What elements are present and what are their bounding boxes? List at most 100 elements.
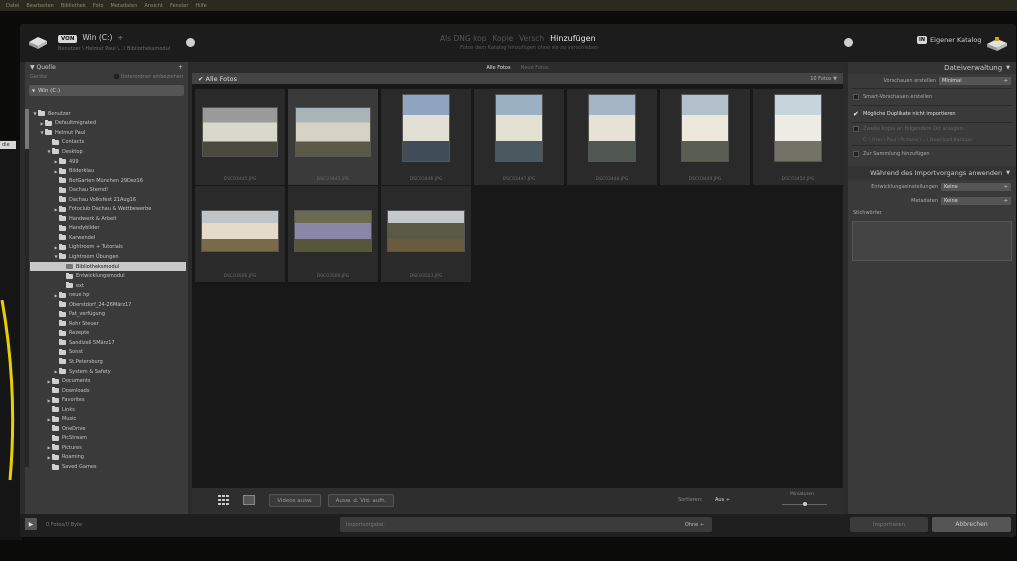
menu-item-7[interactable]: Hilfe [195,3,206,9]
second-copy-option[interactable]: Zweite Kopie an folgendem Ort anlegen: [848,123,1016,135]
drive-row[interactable]: ▼ Win (C:) [29,85,184,96]
destination-title[interactable]: Eigener Katalog [930,36,981,44]
mode-tab-1[interactable]: Kopie [493,34,514,43]
photo-thumbnail[interactable] [295,107,371,157]
destination-selector[interactable]: IN Eigener Katalog [917,36,982,44]
photo-thumbnail[interactable] [681,94,729,162]
photo-thumbnail[interactable] [202,107,278,157]
photo-cell[interactable]: DSC03445.JPG [195,89,285,185]
folder-tree-item[interactable]: ▶ 499 [30,157,186,167]
folder-tree-item[interactable]: PicStream [30,434,186,444]
tab-all-photos[interactable]: Alle Fotos [486,65,510,71]
photo-cell[interactable]: DSC03509.JPG [288,186,378,282]
checkmark-icon[interactable]: ✔ [853,111,859,118]
folder-tree-item[interactable]: Sonst [30,348,186,358]
deselect-videos-button[interactable]: Ausw. d. Vid. aufh. [328,494,394,507]
mode-tab-0[interactable]: Als DNG kop [440,34,487,43]
source-selector[interactable]: VON Win (C:) ÷ Benutzer \ Helmut Paul \.… [58,33,170,52]
source-chevron-icon[interactable]: ÷ [117,34,123,42]
count-dropdown-icon[interactable]: ▼ [833,76,837,82]
photo-thumbnail[interactable] [201,210,279,252]
checkbox-icon[interactable] [853,94,859,100]
metadata-select[interactable]: Keine ÷ [941,197,1011,205]
photo-cell[interactable]: DSC03523.JPG [381,186,471,282]
expand-dialog-icon[interactable]: ▶ [25,518,37,530]
file-handling-header[interactable]: Dateiverwaltung ▼ [848,62,1016,74]
folder-tree-item[interactable]: Dachau Volksfest 21Aug16 [30,195,186,205]
checkbox-icon[interactable] [853,151,859,157]
add-source-icon[interactable]: + [178,64,183,71]
folder-tree-item[interactable]: ▼ Lightroom Übungen [30,252,186,262]
photo-thumbnail[interactable] [387,210,465,252]
source-scrollbar[interactable] [25,109,29,467]
collection-option[interactable]: Zur Sammlung hinzufügen [848,146,1016,162]
menu-item-3[interactable]: Foto [93,3,104,9]
grid-view-icon[interactable] [218,495,230,505]
folder-tree-item[interactable]: Entwicklungsmodul [30,271,186,281]
photo-thumbnail[interactable] [402,94,450,162]
folder-tree-item[interactable]: Links [30,405,186,415]
develop-settings-select[interactable]: Keine ÷ [941,183,1011,191]
folder-tree-item[interactable]: ▶ Roaming [30,453,186,463]
keywords-input[interactable] [852,221,1012,261]
folder-tree-item[interactable]: ▶ Favorites [30,395,186,405]
slider-knob[interactable] [803,502,807,506]
photo-thumbnail[interactable] [774,94,822,162]
photo-thumbnail[interactable] [588,94,636,162]
tab-new-photos[interactable]: Neue Fotos [521,65,549,71]
folder-tree-item[interactable]: ▶ Defaultmigrated [30,119,186,129]
folder-tree-item[interactable]: Oberstdorf_24-26März17 [30,300,186,310]
folder-tree-item[interactable]: ▼ Benutzer [30,109,186,119]
source-panel-header[interactable]: ▼ Quelle + [25,62,188,72]
select-videos-button[interactable]: Videos ausw. [269,494,321,507]
menu-item-0[interactable]: Datei [6,3,19,9]
mode-tab-2[interactable]: Versch [519,34,544,43]
folder-tree-item[interactable]: Dachau Sternd! [30,185,186,195]
import-button[interactable]: Importieren [850,517,928,532]
scrollbar-thumb[interactable] [25,109,29,149]
sort-dropdown[interactable]: Aus ÷ [715,497,730,503]
photo-cell[interactable]: DSC03447.JPG [474,89,564,185]
folder-tree-item[interactable]: ▼ Desktop [30,147,186,157]
select-all-check-icon[interactable]: ✔ [198,75,206,83]
no-duplicates-option[interactable]: ✔ Mögliche Duplikate nicht importieren [848,106,1016,122]
photo-thumbnail[interactable] [495,94,543,162]
apply-during-import-header[interactable]: Während des Importvorgangs anwenden ▼ [848,166,1016,180]
import-preset-select[interactable]: Importvorgabe: Ohne ÷ [340,517,712,532]
folder-tree-item[interactable]: BotGarten München 29Dez16 [30,176,186,186]
smart-preview-option[interactable]: Smart-Vorschauen erstellen [848,89,1016,105]
photo-cell[interactable]: DSC03450.JPG [753,89,843,185]
menu-item-2[interactable]: Bibliothek [61,3,86,9]
folder-tree-item[interactable]: ▶ Fotoclub Dachau & Wettbewerbe [30,204,186,214]
menu-item-4[interactable]: Metadaten [111,3,138,9]
photo-cell[interactable]: DSC03448.JPG [567,89,657,185]
folder-tree-item[interactable]: ▶ Lightroom + Tutorials [30,243,186,253]
folder-tree-item[interactable]: Contacts [30,138,186,148]
folder-tree-item[interactable]: ▶ Documents [30,376,186,386]
folder-tree-item[interactable]: Handybilder [30,224,186,234]
photo-cell[interactable]: DSC03445.JPG [288,89,378,185]
folder-tree-item[interactable]: Pat_verfügung [30,309,186,319]
menu-item-5[interactable]: Ansicht [144,3,162,9]
folder-tree-item[interactable]: Bibliotheksmodul [30,261,186,272]
folder-tree-item[interactable]: ▶ neue hp [30,290,186,300]
cancel-button[interactable]: Abbrechen [932,517,1011,532]
folder-tree-item[interactable]: ext [30,281,186,291]
photo-cell[interactable]: DSC03506.JPG [195,186,285,282]
menu-item-6[interactable]: Fenster [170,3,189,9]
folder-tree-item[interactable]: ▶ Music [30,415,186,425]
include-subfolders-toggle[interactable]: Unterordner einbeziehen [113,74,183,80]
photo-cell[interactable]: DSC03446.JPG [381,89,471,185]
source-title[interactable]: Win (C:) [82,33,112,42]
folder-tree-item[interactable]: Rohr Steuer [30,319,186,329]
folder-tree-item[interactable]: Handwerk & Arbeit [30,214,186,224]
menu-item-1[interactable]: Bearbeiten [26,3,53,9]
photo-cell[interactable]: DSC03449.JPG [660,89,750,185]
preview-select[interactable]: Minimal ÷ [939,77,1011,85]
folder-tree-item[interactable]: OneDrive [30,424,186,434]
mode-tab-3[interactable]: Hinzufügen [550,34,596,43]
folder-tree-item[interactable]: Sandizell 5März17 [30,338,186,348]
folder-tree-item[interactable]: Saved Games [30,462,186,472]
folder-tree-item[interactable]: ▼ Helmut Paul [30,128,186,138]
checkbox-icon[interactable] [853,126,859,132]
